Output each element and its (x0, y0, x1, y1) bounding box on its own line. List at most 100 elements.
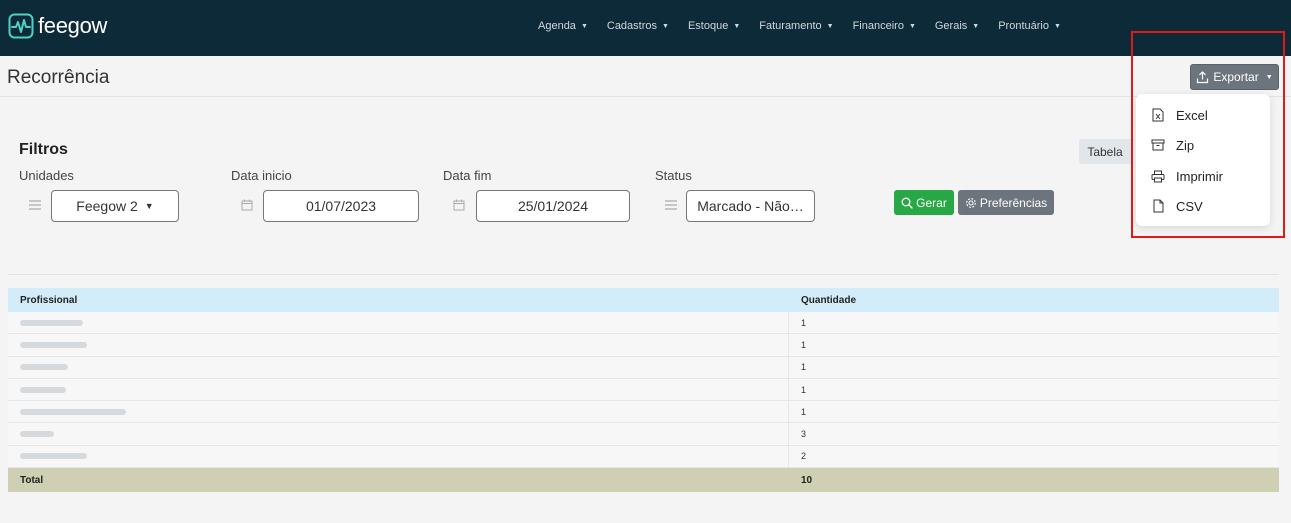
menu-cadastros[interactable]: Cadastros ▼ (607, 20, 669, 32)
gerar-label: Gerar (916, 195, 947, 210)
menu-gerais[interactable]: Gerais ▼ (935, 20, 979, 32)
caret-down-icon: ▼ (733, 23, 741, 30)
export-option-zip[interactable]: Zip (1136, 131, 1270, 159)
export-option-label: Zip (1176, 137, 1195, 153)
menu-label: Cadastros (606, 20, 658, 32)
caret-down-icon: ▼ (908, 23, 916, 30)
export-option-label: Excel (1176, 107, 1208, 123)
quantidade-cell: 1 (801, 406, 807, 417)
status-label: Status (655, 168, 692, 183)
feegow-logo[interactable]: feegow (8, 13, 107, 39)
profissional-cell-redacted (8, 423, 789, 445)
export-option-excel[interactable]: Excel (1136, 101, 1270, 129)
profissional-cell-redacted (8, 445, 789, 468)
caret-down-icon: ▼ (662, 23, 669, 30)
menu-estoque[interactable]: Estoque ▼ (688, 20, 740, 32)
menu-label: Estoque (687, 20, 729, 32)
table-row[interactable]: 1 (8, 312, 1279, 335)
menu-faturamento[interactable]: Faturamento ▼ (759, 20, 833, 32)
preferencias-label: Preferências (979, 195, 1048, 210)
view-toggle-table[interactable]: Tabela (1079, 139, 1131, 164)
table-row[interactable]: 1 (8, 378, 1279, 402)
quantidade-cell: 1 (801, 317, 807, 328)
data-fim-input[interactable]: 25/01/2024 (476, 190, 630, 222)
caret-down-icon: ▼ (1265, 73, 1273, 81)
menu-label: Financeiro (852, 20, 904, 32)
profissional-cell-redacted (8, 334, 789, 356)
page-title: Recorrência (7, 67, 110, 88)
archive-icon (1150, 137, 1166, 153)
export-dropdown-menu: Excel Zip Imprimir CSV (1136, 94, 1270, 226)
unidades-value: Feegow 2 (76, 198, 138, 214)
redacted-text (20, 319, 83, 326)
menu-prontuario[interactable]: Prontuário ▼ (998, 20, 1061, 32)
redacted-text (20, 364, 68, 371)
header-profissional: Profissional (20, 294, 78, 306)
quantidade-cell: 2 (801, 451, 807, 462)
table-header-row: Profissional Quantidade (8, 288, 1279, 312)
unidades-select[interactable]: Feegow 2 ▼ (51, 190, 179, 222)
export-option-csv[interactable]: CSV (1136, 192, 1270, 220)
data-fim-value: 25/01/2024 (517, 198, 589, 214)
profissional-cell-redacted (8, 312, 789, 334)
quantidade-cell: 3 (801, 429, 807, 440)
header-divider (0, 96, 1291, 97)
export-button[interactable]: Exportar ▼ (1190, 64, 1279, 90)
main-menu: Agenda ▼ Cadastros ▼ Estoque ▼ Faturamento ▼… (538, 20, 1061, 32)
total-value: 10 (801, 474, 813, 486)
quantidade-cell: 1 (801, 362, 807, 373)
menu-label: Faturamento (759, 20, 822, 32)
redacted-text (20, 386, 66, 393)
table-row[interactable]: 3 (8, 423, 1279, 446)
recorrencia-table: Profissional Quantidade 1 1 1 1 1 3 2 To… (8, 288, 1279, 493)
table-row[interactable]: 2 (8, 445, 1279, 469)
section-divider (8, 274, 1279, 275)
export-label: Exportar (1213, 70, 1259, 84)
caret-down-icon: ▼ (580, 23, 588, 30)
status-select[interactable]: Marcado - Não… (686, 190, 815, 222)
menu-agenda[interactable]: Agenda ▼ (538, 20, 588, 32)
quantidade-cell: 1 (801, 384, 807, 395)
export-option-print[interactable]: Imprimir (1136, 162, 1270, 190)
table-row[interactable]: 1 (8, 401, 1279, 424)
preferencias-button[interactable]: Preferências (958, 190, 1054, 215)
heartbeat-icon (8, 13, 34, 39)
caret-down-icon: ▼ (826, 23, 834, 30)
header-quantidade: Quantidade (801, 294, 857, 306)
status-value: Marcado - Não… (697, 198, 804, 214)
profissional-cell-redacted (8, 401, 789, 423)
search-icon (901, 197, 913, 209)
profissional-cell-redacted (8, 356, 789, 378)
gerar-button[interactable]: Gerar (894, 190, 954, 215)
caret-down-icon: ▼ (144, 201, 154, 211)
caret-down-icon: ▼ (1053, 23, 1061, 30)
file-icon (1150, 198, 1166, 214)
profissional-cell-redacted (8, 378, 789, 401)
filters-title: Filtros (19, 141, 68, 158)
unidades-label: Unidades (19, 168, 74, 183)
excel-file-icon (1150, 107, 1166, 123)
redacted-text (20, 341, 87, 348)
menu-label: Gerais (934, 20, 968, 32)
table-total-row: Total 10 (8, 468, 1279, 493)
redacted-text (20, 408, 126, 415)
data-inicio-value: 01/07/2023 (305, 198, 377, 214)
caret-down-icon: ▼ (972, 23, 980, 30)
data-inicio-input[interactable]: 01/07/2023 (263, 190, 419, 222)
list-icon (28, 198, 42, 212)
redacted-text (20, 431, 54, 438)
top-navbar: feegow Agenda ▼ Cadastros ▼ Estoque ▼ Fatur… (0, 0, 1291, 56)
export-option-label: CSV (1176, 198, 1203, 214)
printer-icon (1150, 168, 1166, 184)
data-inicio-label: Data inicio (231, 168, 292, 183)
list-icon (664, 198, 678, 212)
calendar-icon (452, 198, 466, 212)
calendar-icon (240, 198, 254, 212)
total-label: Total (20, 474, 44, 486)
menu-label: Agenda (538, 20, 576, 32)
table-row[interactable]: 1 (8, 356, 1279, 379)
export-option-label: Imprimir (1176, 168, 1223, 184)
table-row[interactable]: 1 (8, 334, 1279, 357)
menu-financeiro[interactable]: Financeiro ▼ (853, 20, 916, 32)
redacted-text (20, 453, 87, 460)
